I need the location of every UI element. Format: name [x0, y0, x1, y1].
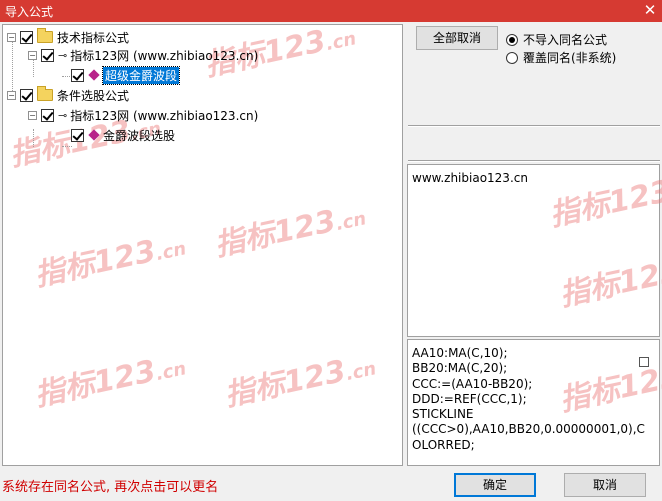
option-label: 覆盖同名(非系统)	[523, 51, 617, 65]
code-line: OLORRED;	[412, 437, 475, 452]
checkbox[interactable]	[639, 357, 649, 367]
watermark-suffix: .cn	[343, 358, 379, 386]
key-icon: ⊸	[58, 108, 68, 122]
watermark-suffix: .cn	[153, 358, 189, 386]
watermark-main: 指标123	[546, 173, 662, 234]
watermark-suffix: .cn	[333, 208, 369, 236]
watermark: 指标123.cn	[545, 160, 662, 235]
watermark: 指标123.cn	[220, 340, 379, 415]
title-bar: 导入公式 ✕	[0, 0, 662, 22]
tree-node-label-selected: 超级金爵波段	[101, 65, 181, 85]
tree-node-screening[interactable]: − 条件选股公式	[7, 86, 129, 104]
watermark: 指标123.cn	[210, 190, 369, 265]
divider	[408, 160, 660, 162]
watermark: 指标123.cn	[30, 220, 189, 295]
tree-line	[62, 146, 72, 147]
option-no-import[interactable]: 不导入同名公式	[506, 31, 607, 48]
divider	[408, 125, 660, 127]
checkbox[interactable]	[71, 128, 84, 142]
code-line: CCC:=(AA10-BB20);	[412, 376, 533, 391]
status-message: 系统存在同名公式, 再次点击可以更名	[2, 480, 219, 495]
tree-node-indicators[interactable]: − 技术指标公式	[7, 28, 129, 46]
option-label: 不导入同名公式	[523, 33, 608, 47]
description-text: www.zhibiao123.cn	[412, 171, 528, 185]
tree-node-formula[interactable]: 超级金爵波段	[71, 65, 181, 85]
watermark-suffix: .cn	[153, 238, 189, 266]
checkbox[interactable]	[20, 30, 33, 44]
tree-node-label: 技术指标公式	[57, 30, 130, 45]
collapse-icon[interactable]: −	[7, 32, 16, 42]
watermark-main: 指标123	[31, 353, 159, 414]
formula-icon	[88, 129, 100, 141]
key-icon: ⊸	[58, 48, 68, 62]
tree-node-formula[interactable]: 金爵波段选股	[71, 126, 175, 144]
ok-button[interactable]: 确定	[454, 473, 536, 497]
code-line: AA10:MA(C,10);	[412, 346, 508, 360]
formula-icon	[88, 69, 100, 81]
watermark-suffix: .cn	[323, 28, 359, 56]
code-line: ((CCC>0),AA10,BB20,0.00000001,0),C	[412, 422, 645, 437]
folder-icon	[37, 86, 53, 101]
watermark-main: 指标123	[221, 353, 349, 414]
radio-unselected[interactable]	[506, 51, 518, 64]
formula-code: AA10:MA(C,10); BB20:MA(C,20); CCC:=(AA10…	[408, 340, 659, 453]
cancel-button[interactable]: 取消	[564, 473, 646, 497]
option-overwrite[interactable]: 覆盖同名(非系统)	[506, 49, 616, 66]
collapse-icon[interactable]: −	[7, 90, 16, 100]
collapse-icon[interactable]: −	[28, 110, 37, 120]
checkbox[interactable]	[41, 108, 54, 122]
checkbox[interactable]	[20, 88, 33, 102]
watermark: 指标123.cn	[30, 340, 189, 415]
tree-node-label: 条件选股公式	[57, 88, 130, 103]
cancel-all-button[interactable]: 全部取消	[416, 26, 498, 50]
formula-code-box: 指标123.cn AA10:MA(C,10); BB20:MA(C,20); C…	[407, 339, 662, 466]
code-line: DDD:=REF(CCC,1);	[412, 391, 527, 406]
code-line: BB20:MA(C,20);	[412, 361, 508, 376]
watermark-main: 指标123	[556, 253, 662, 314]
close-icon[interactable]: ✕	[638, 0, 662, 22]
folder-icon	[37, 28, 53, 43]
checkbox[interactable]	[71, 68, 84, 82]
tree-line	[33, 129, 34, 147]
tree-node-label: 指标123网 (www.zhibiao123.cn)	[70, 108, 259, 123]
tree-node-source[interactable]: − ⊸ 指标123网 (www.zhibiao123.cn)	[28, 106, 258, 124]
tree-node-label: 金爵波段选股	[103, 128, 176, 143]
collapse-icon[interactable]: −	[28, 50, 37, 60]
checkbox[interactable]	[41, 48, 54, 62]
watermark-main: 指标123	[211, 203, 339, 264]
tree-node-label: 指标123网 (www.zhibiao123.cn)	[70, 48, 259, 63]
watermark-main: 指标123	[31, 233, 159, 294]
formula-tree[interactable]: 指标123.cn 指标123.cn 指标123.cn 指标123.cn 指标12…	[2, 24, 403, 466]
tree-node-source[interactable]: − ⊸ 指标123网 (www.zhibiao123.cn)	[28, 46, 258, 64]
description-box: 指标123.cn 指标123.cn www.zhibiao123.cn	[407, 164, 662, 337]
window-title: 导入公式	[5, 5, 54, 19]
watermark: 指标123.cn	[555, 240, 662, 315]
code-line: STICKLINE	[412, 407, 474, 422]
radio-selected[interactable]	[506, 33, 518, 46]
